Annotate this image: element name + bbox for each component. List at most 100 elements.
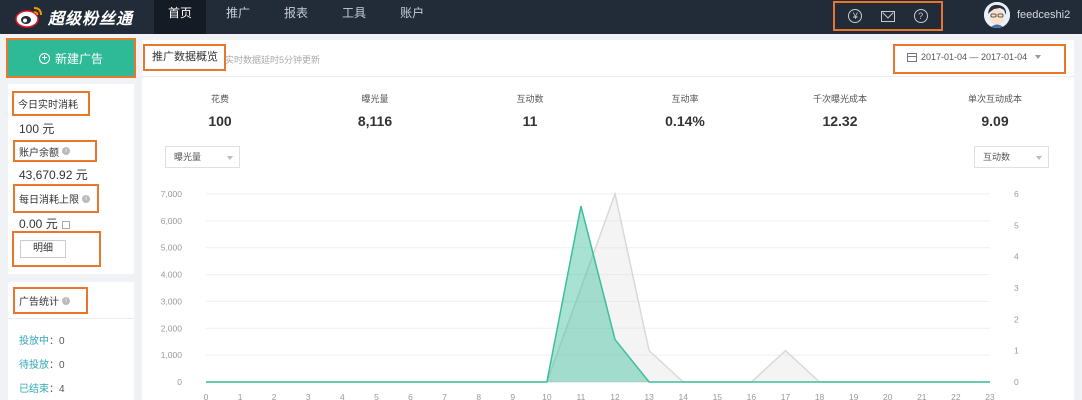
x-tick-label: 19	[849, 392, 859, 400]
username[interactable]: feedceshi2	[1017, 9, 1070, 21]
x-tick-label: 13	[644, 392, 654, 400]
right-metric-select[interactable]: 互动数	[974, 146, 1049, 168]
nav-promote[interactable]: 推广	[212, 0, 264, 34]
x-tick-label: 14	[678, 392, 688, 400]
x-tick-label: 12	[610, 392, 620, 400]
y-right-tick-label: 1	[1014, 346, 1019, 356]
chevron-down-icon	[1036, 156, 1042, 160]
x-tick-label: 1	[238, 392, 243, 400]
x-tick-label: 20	[883, 392, 893, 400]
x-tick-label: 16	[747, 392, 757, 400]
x-tick-label: 10	[542, 392, 552, 400]
stat-pending-value: 0	[59, 360, 65, 371]
nav-account[interactable]: 账户	[386, 0, 438, 34]
stat-ended-label: 已结束	[19, 384, 49, 395]
metric-cpe: 单次互动成本 9.09	[935, 92, 1055, 129]
stat-colon: ：	[49, 336, 59, 347]
x-tick-label: 23	[985, 392, 995, 400]
stat-active-label: 投放中	[19, 336, 49, 347]
metric-label: 千次曝光成本	[812, 94, 867, 104]
daily-limit-label: 每日消耗上限	[19, 195, 79, 206]
stat-pending[interactable]: 待投放：0	[19, 356, 65, 371]
y-left-tick-label: 1,000	[161, 350, 183, 360]
metric-cpm: 千次曝光成本 12.32	[780, 92, 900, 129]
nav-home[interactable]: 首页	[154, 0, 207, 34]
y-right-tick-label: 2	[1014, 314, 1019, 324]
metric-value: 12.32	[822, 113, 858, 129]
stat-pending-label: 待投放	[19, 360, 49, 371]
calendar-icon	[907, 52, 917, 62]
weibo-logo[interactable]: 超级粉丝通	[14, 3, 133, 31]
detail-box: 明细	[12, 231, 101, 267]
yen-icon[interactable]: ¥	[848, 9, 863, 23]
ad-stats-label: 广告统计	[19, 297, 59, 308]
top-navigation-bar: 超级粉丝通 首页 推广 报表 工具 账户 ¥ ? feedceshi2	[0, 0, 1082, 34]
new-ad-button[interactable]: 新建广告	[6, 38, 136, 78]
x-tick-label: 21	[917, 392, 927, 400]
x-tick-label: 4	[340, 392, 345, 400]
update-note: 实时数据延时5分钟更新	[225, 55, 321, 65]
main-nav: 首页 推广 报表 工具 账户	[154, 0, 444, 34]
x-tick-label: 6	[408, 392, 413, 400]
help-icon[interactable]: ?	[913, 9, 928, 23]
right-metric-select-value: 互动数	[983, 152, 1011, 162]
daily-limit-row: 0.00 元	[19, 215, 70, 232]
divider	[142, 76, 1074, 77]
metric-label: 互动率	[671, 94, 699, 104]
y-left-tick-label: 7,000	[161, 189, 183, 199]
y-left-tick-label: 3,000	[161, 296, 183, 306]
metric-value: 9.09	[981, 113, 1009, 129]
x-tick-label: 7	[442, 392, 447, 400]
y-left-tick-label: 4,000	[161, 270, 183, 280]
x-tick-label: 3	[306, 392, 311, 400]
y-right-tick-label: 6	[1014, 189, 1019, 199]
y-right-tick-label: 4	[1014, 252, 1019, 262]
x-tick-label: 5	[374, 392, 379, 400]
new-ad-label: 新建广告	[54, 51, 103, 66]
chevron-down-icon	[1035, 55, 1042, 59]
stat-ended[interactable]: 已结束：4	[19, 380, 65, 395]
x-tick-label: 17	[781, 392, 791, 400]
balance-label: 账户余额	[19, 147, 59, 159]
x-tick-label: 0	[204, 392, 209, 400]
info-icon[interactable]: i	[82, 194, 90, 203]
plus-circle-icon	[38, 52, 50, 64]
today-spend-label: 今日实时消耗	[18, 100, 78, 111]
chevron-down-icon	[227, 156, 233, 160]
y-right-tick-label: 5	[1014, 220, 1019, 230]
date-range-picker[interactable]: 2017-01-04 — 2017-01-04	[893, 44, 1066, 74]
x-tick-label: 22	[951, 392, 961, 400]
overview-title: 推广数据概览	[143, 44, 226, 71]
y-left-tick-label: 6,000	[161, 216, 183, 226]
x-tick-label: 2	[272, 392, 277, 400]
metric-interaction-rate: 互动率 0.14%	[625, 92, 745, 129]
daily-limit-label-box: 每日消耗上限 i	[13, 184, 99, 213]
today-spend-value: 100 元	[19, 122, 55, 136]
hourly-area-chart: 01,0002,0003,0004,0005,0006,0007,0000123…	[161, 189, 1019, 400]
left-metric-select[interactable]: 曝光量	[165, 146, 240, 168]
avatar[interactable]	[984, 2, 1010, 28]
nav-reports[interactable]: 报表	[270, 0, 322, 34]
y-right-tick-label: 0	[1014, 377, 1019, 387]
date-range-inner[interactable]: 2017-01-04 — 2017-01-04	[907, 52, 1042, 62]
stat-active[interactable]: 投放中：0	[19, 332, 65, 347]
metric-spend: 花费 100	[160, 92, 280, 129]
info-icon[interactable]: i	[62, 296, 70, 305]
metric-value: 0.14%	[665, 113, 705, 129]
weibo-eye-icon	[14, 5, 44, 29]
detail-button[interactable]: 明细	[20, 240, 66, 258]
x-tick-label: 9	[510, 392, 515, 400]
balance-value: 43,670.92 元	[19, 168, 88, 182]
metric-label: 花费	[210, 94, 229, 104]
edit-icon[interactable]	[61, 220, 70, 229]
nav-tools[interactable]: 工具	[328, 0, 380, 34]
mail-icon[interactable]	[880, 10, 895, 22]
x-tick-label: 15	[713, 392, 723, 400]
metric-interactions: 互动数 11	[470, 92, 590, 129]
info-icon[interactable]: i	[62, 147, 70, 155]
divider	[8, 318, 134, 319]
stat-ended-value: 4	[59, 384, 65, 395]
stat-colon: ：	[49, 360, 59, 371]
app-name: 超级粉丝通	[48, 11, 134, 28]
metric-label: 单次互动成本	[967, 94, 1022, 104]
